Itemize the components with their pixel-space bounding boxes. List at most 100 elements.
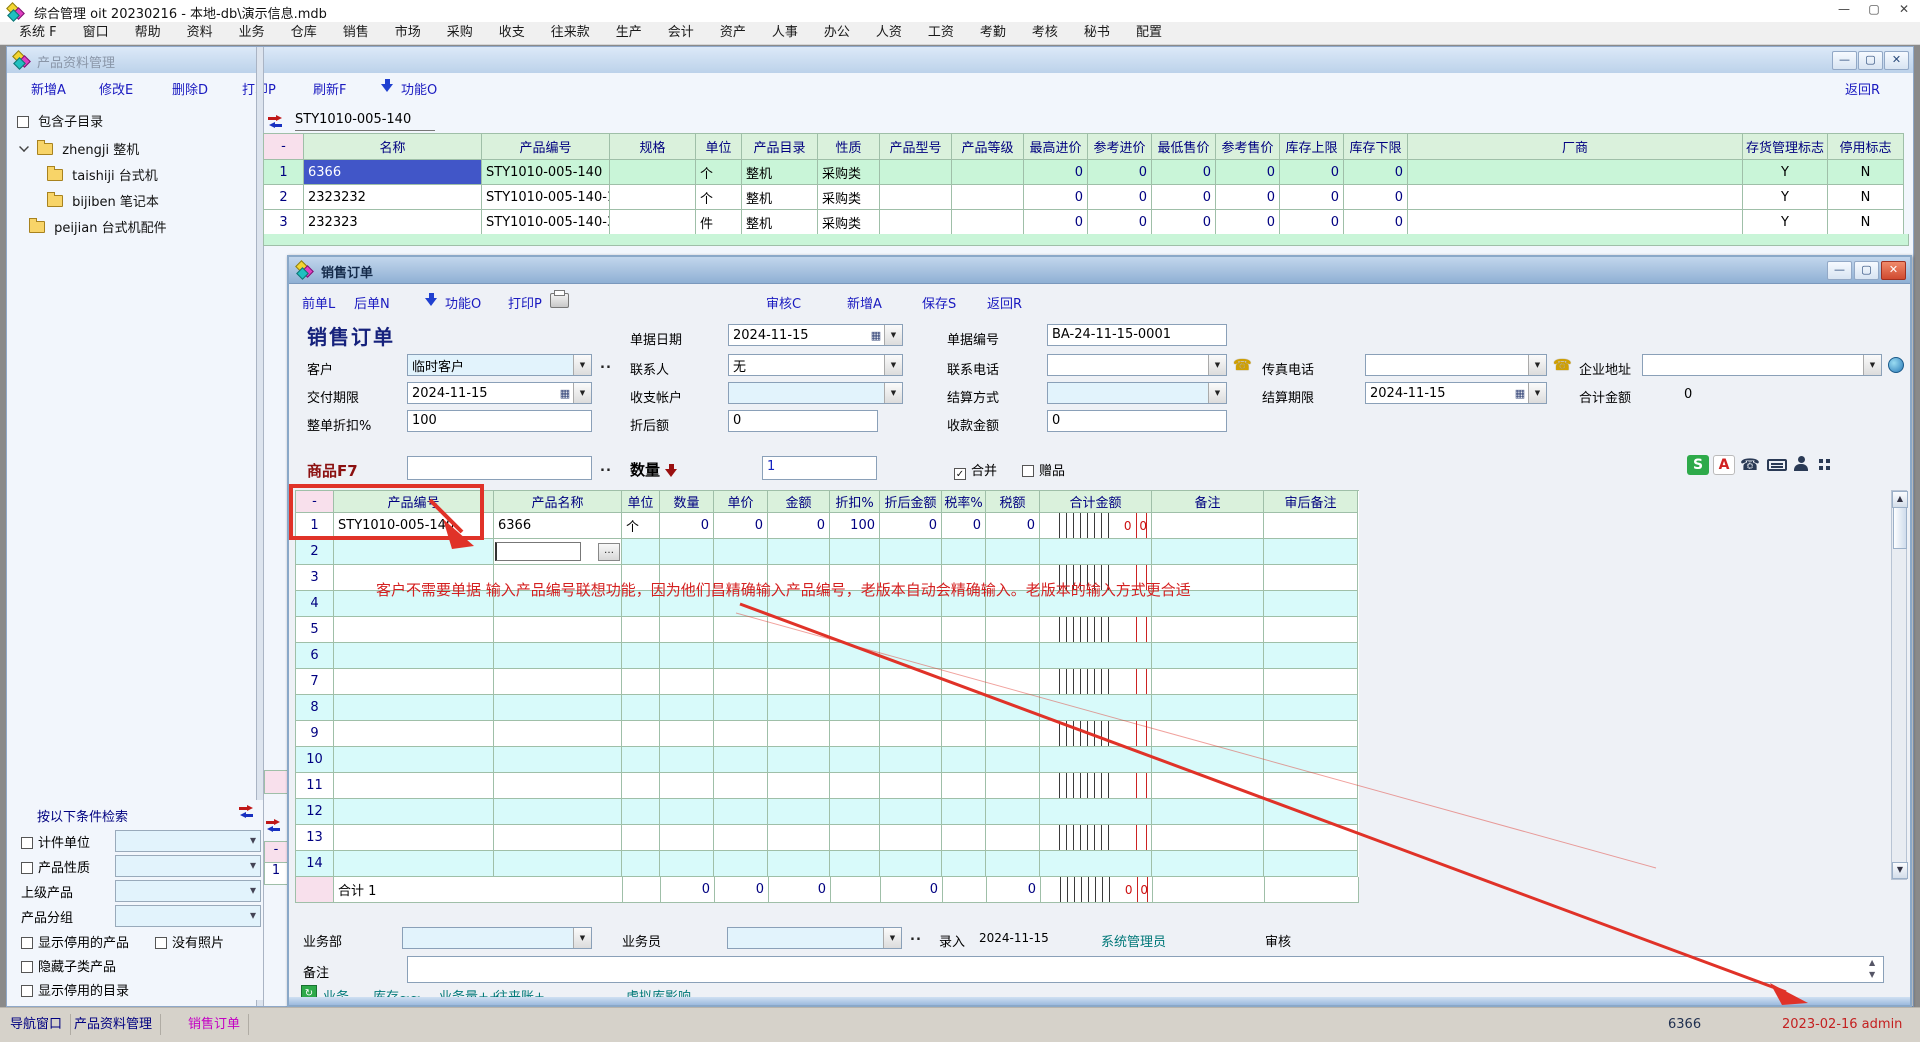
dropdown-icon[interactable]: ▼ bbox=[1208, 355, 1226, 375]
menu-item[interactable]: 考核 bbox=[1019, 22, 1071, 44]
sync-icon[interactable] bbox=[268, 115, 283, 128]
item-cell[interactable] bbox=[986, 669, 1040, 695]
item-cell[interactable] bbox=[880, 799, 942, 825]
tree-node-bijiben[interactable]: bijiben 笔记本 bbox=[47, 191, 159, 210]
dropdown-icon[interactable]: ▼ bbox=[883, 928, 901, 948]
printer-icon[interactable] bbox=[550, 293, 569, 310]
parent-product-select[interactable] bbox=[115, 880, 261, 902]
staff-select[interactable]: ▼ bbox=[727, 927, 902, 949]
show-disabled-products-checkbox[interactable]: 显示停用的产品 bbox=[21, 932, 129, 951]
nature-filter-select[interactable] bbox=[115, 855, 261, 877]
column-header[interactable]: 停用标志 bbox=[1828, 134, 1904, 160]
column-header[interactable]: 税率% bbox=[942, 491, 986, 513]
item-lookup-button[interactable]: … bbox=[598, 543, 620, 561]
item-cell[interactable] bbox=[1264, 721, 1358, 747]
menu-item[interactable]: 窗口 bbox=[70, 22, 122, 44]
account-select[interactable]: ▼ bbox=[728, 382, 903, 404]
menu-item[interactable]: 系统 F bbox=[6, 22, 70, 44]
item-cell[interactable] bbox=[714, 747, 768, 773]
item-cell[interactable] bbox=[1264, 747, 1358, 773]
item-cell[interactable] bbox=[768, 695, 830, 721]
item-cell[interactable] bbox=[880, 617, 942, 643]
return-button[interactable]: 返回R bbox=[1845, 79, 1880, 98]
item-cell[interactable] bbox=[1152, 851, 1264, 877]
item-cell[interactable] bbox=[334, 825, 494, 851]
item-cell[interactable] bbox=[622, 539, 660, 565]
dropdown-icon[interactable]: ▼ bbox=[884, 325, 902, 345]
product-group-select[interactable] bbox=[115, 905, 261, 927]
item-cell[interactable] bbox=[494, 747, 622, 773]
product-code-filter-input[interactable]: STY1010-005-140 bbox=[295, 109, 435, 131]
column-header[interactable]: 最低售价 bbox=[1152, 134, 1216, 160]
item-cell[interactable] bbox=[334, 539, 494, 565]
item-cell[interactable]: 0 bbox=[880, 513, 942, 539]
item-cell[interactable] bbox=[1040, 669, 1152, 695]
column-header[interactable]: 备注 bbox=[1152, 491, 1264, 513]
add-button[interactable]: 新增A bbox=[31, 79, 66, 98]
item-cell[interactable] bbox=[986, 825, 1040, 851]
item-cell[interactable] bbox=[494, 825, 622, 851]
menu-item[interactable]: 资产 bbox=[707, 22, 759, 44]
column-header[interactable]: 单价 bbox=[714, 491, 768, 513]
item-cell[interactable]: 0 0 bbox=[1040, 513, 1152, 539]
item-cell[interactable]: 6366 bbox=[494, 513, 622, 539]
close-icon[interactable]: ✕ bbox=[1881, 261, 1906, 280]
item-cell[interactable] bbox=[986, 643, 1040, 669]
order-empty-row[interactable]: 9 bbox=[296, 721, 1359, 747]
item-cell[interactable] bbox=[714, 695, 768, 721]
item-cell[interactable] bbox=[768, 643, 830, 669]
settle-method-select[interactable]: ▼ bbox=[1047, 382, 1227, 404]
phone-icon[interactable]: ☎ bbox=[1553, 356, 1572, 374]
column-header[interactable]: 金额 bbox=[768, 491, 830, 513]
item-cell[interactable] bbox=[714, 799, 768, 825]
merge-checkbox[interactable]: 合并 bbox=[954, 460, 997, 480]
column-header[interactable]: 产品名称 bbox=[494, 491, 622, 513]
column-header[interactable]: 厂商 bbox=[1408, 134, 1743, 160]
column-header[interactable]: 产品型号 bbox=[880, 134, 952, 160]
item-cell[interactable] bbox=[714, 669, 768, 695]
item-cell[interactable] bbox=[942, 747, 986, 773]
item-cell[interactable] bbox=[942, 851, 986, 877]
item-cell[interactable] bbox=[768, 669, 830, 695]
item-cell[interactable] bbox=[714, 643, 768, 669]
item-cell[interactable] bbox=[660, 617, 714, 643]
item-cell[interactable] bbox=[494, 799, 622, 825]
dept-select[interactable]: ▼ bbox=[402, 927, 592, 949]
item-cell[interactable] bbox=[1264, 669, 1358, 695]
after-discount-input[interactable]: 0 bbox=[728, 410, 878, 432]
note-input[interactable] bbox=[407, 956, 1884, 983]
globe-icon[interactable] bbox=[1888, 357, 1904, 373]
item-cell[interactable] bbox=[986, 747, 1040, 773]
item-cell[interactable] bbox=[334, 851, 494, 877]
column-header[interactable]: 税额 bbox=[986, 491, 1040, 513]
dropdown-icon[interactable]: ▼ bbox=[884, 355, 902, 375]
return-button[interactable]: 返回R bbox=[987, 293, 1022, 312]
item-cell[interactable] bbox=[1040, 695, 1152, 721]
order-empty-row[interactable]: 11 bbox=[296, 773, 1359, 799]
item-cell[interactable] bbox=[1040, 851, 1152, 877]
item-cell[interactable]: STY1010-005-140 bbox=[334, 513, 494, 539]
dropdown-icon[interactable]: ▼ bbox=[573, 928, 591, 948]
expand-icon[interactable] bbox=[19, 142, 29, 152]
item-cell[interactable] bbox=[334, 721, 494, 747]
item-cell[interactable] bbox=[334, 773, 494, 799]
item-cell[interactable]: 100 bbox=[830, 513, 880, 539]
item-cell[interactable] bbox=[880, 721, 942, 747]
item-cell[interactable] bbox=[622, 825, 660, 851]
sync-icon[interactable] bbox=[239, 805, 254, 818]
dropdown-icon[interactable]: ▼ bbox=[884, 383, 902, 403]
item-cell[interactable] bbox=[880, 669, 942, 695]
grid-icon[interactable] bbox=[1819, 459, 1823, 463]
item-cell[interactable] bbox=[830, 539, 880, 565]
item-cell[interactable] bbox=[714, 721, 768, 747]
item-cell[interactable] bbox=[986, 695, 1040, 721]
gift-checkbox[interactable]: 赠品 bbox=[1022, 460, 1065, 479]
item-cell[interactable] bbox=[880, 773, 942, 799]
goods-lookup-button[interactable]: .. bbox=[600, 460, 612, 475]
show-disabled-dirs-checkbox[interactable]: 显示停用的目录 bbox=[21, 980, 129, 999]
column-header[interactable]: 存货管理标志 bbox=[1743, 134, 1828, 160]
dropdown-icon[interactable]: ▼ bbox=[1528, 383, 1546, 403]
header-row[interactable]: -名称产品编号规格单位产品目录性质产品型号产品等级最高进价参考进价最低售价参考售… bbox=[264, 134, 1904, 160]
menu-item[interactable]: 考勤 bbox=[967, 22, 1019, 44]
nature-filter-checkbox[interactable]: 产品性质 bbox=[21, 857, 90, 876]
